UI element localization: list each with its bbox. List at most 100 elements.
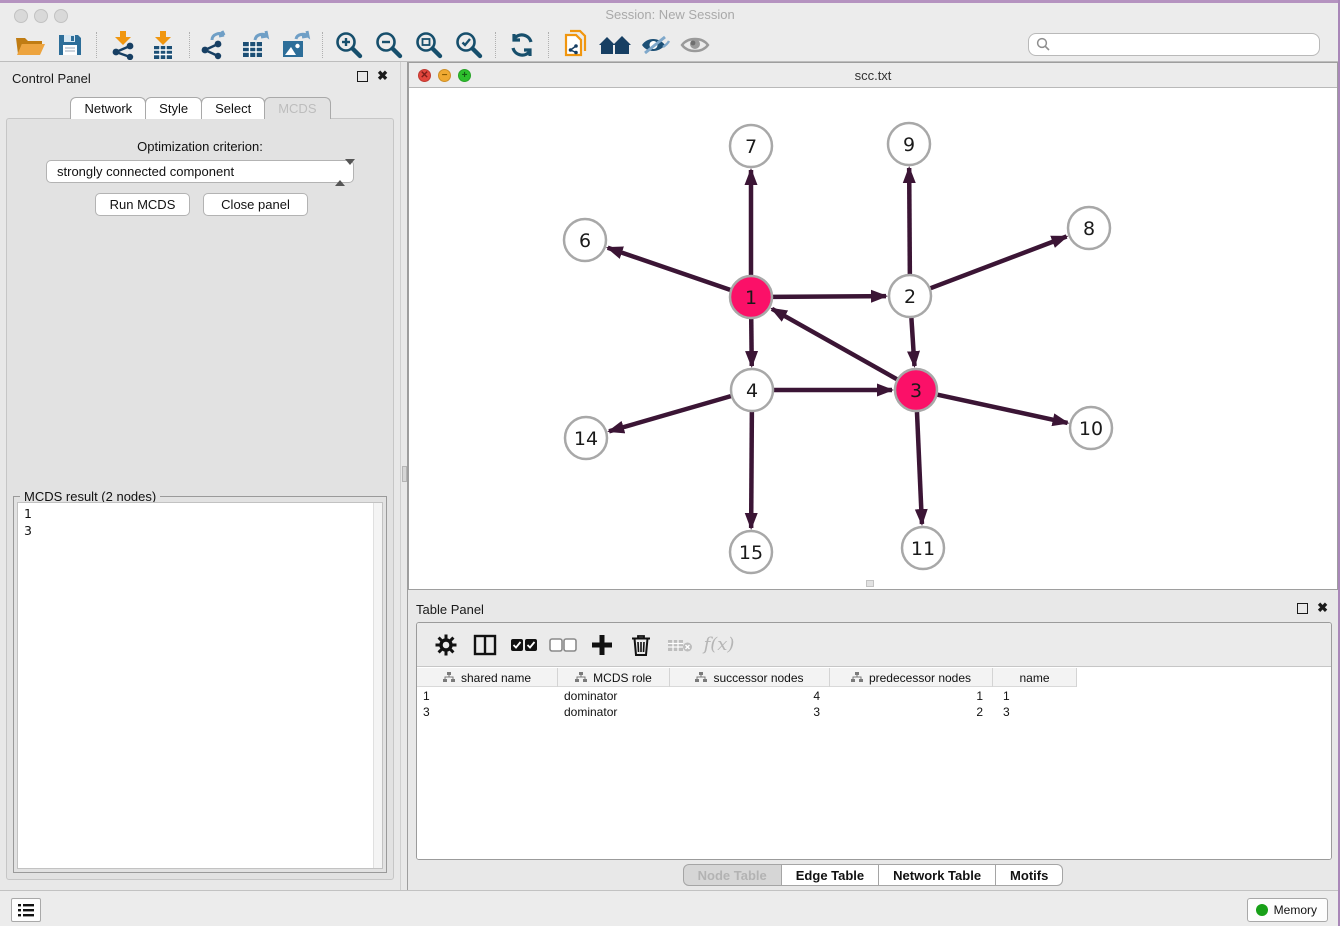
splitter-handle[interactable] <box>402 466 407 482</box>
export-table-button[interactable] <box>236 30 276 60</box>
column-header-shared-name[interactable]: shared name <box>417 668 558 687</box>
table-container: f(x) shared name MCDS role successor nod… <box>416 622 1332 860</box>
search-input[interactable] <box>1028 33 1320 56</box>
mcds-result-group: MCDS result (2 nodes) 1 3 <box>13 496 387 873</box>
tab-network-table[interactable]: Network Table <box>879 864 996 886</box>
zoom-in-icon <box>334 30 364 60</box>
duplicate-network-button[interactable] <box>555 30 595 60</box>
tab-node-table[interactable]: Node Table <box>683 864 782 886</box>
tab-edge-table[interactable]: Edge Table <box>782 864 879 886</box>
delete-table-button[interactable] <box>665 630 695 660</box>
cell-shared-name: 3 <box>417 704 558 720</box>
close-table-panel-icon[interactable]: ✖ <box>1317 600 1328 616</box>
export-network-icon <box>200 30 232 60</box>
import-table-button[interactable] <box>143 30 183 60</box>
gear-icon <box>434 633 458 657</box>
show-view-button[interactable] <box>675 30 715 60</box>
export-image-button[interactable] <box>276 30 316 60</box>
network-canvas[interactable]: 7968124314101511 <box>409 88 1337 589</box>
cell-predecessor-nodes: 2 <box>830 704 993 720</box>
zoom-in-button[interactable] <box>329 30 369 60</box>
zoom-out-icon <box>374 30 404 60</box>
refresh-layout-button[interactable] <box>502 30 542 60</box>
mcds-tab-content: Optimization criterion: strongly connect… <box>6 118 394 880</box>
toolbar-separator <box>548 32 549 58</box>
tab-select[interactable]: Select <box>201 97 265 119</box>
tab-mcds[interactable]: MCDS <box>264 97 330 119</box>
zoom-fit-button[interactable] <box>409 30 449 60</box>
network-window-titlebar[interactable]: ✕ − + scc.txt <box>409 63 1337 88</box>
graph-edge-3-11[interactable] <box>917 412 922 524</box>
graph-edge-1-2[interactable] <box>773 296 886 297</box>
graph-edge-4-15[interactable] <box>751 412 752 528</box>
desktop-edge-top <box>0 0 1340 3</box>
hierarchy-icon <box>575 672 587 683</box>
graph-edge-4-14[interactable] <box>609 396 731 431</box>
criterion-select[interactable]: strongly connected component <box>46 160 354 183</box>
network-window-title: scc.txt <box>409 68 1337 83</box>
deselect-all-columns-button[interactable] <box>548 630 578 660</box>
mcds-result-textarea[interactable]: 1 3 <box>17 502 383 869</box>
result-scrollbar[interactable] <box>373 503 382 868</box>
close-panel-button[interactable]: Close panel <box>203 193 308 216</box>
graph-edge-3-10[interactable] <box>937 395 1067 423</box>
run-mcds-button[interactable]: Run MCDS <box>95 193 190 216</box>
network-view-window: ✕ − + scc.txt 7968124314101511 <box>408 62 1338 590</box>
network-resize-handle[interactable] <box>866 580 874 587</box>
add-row-button[interactable] <box>587 630 617 660</box>
export-table-icon <box>239 30 273 60</box>
function-builder-button[interactable]: f(x) <box>704 630 734 660</box>
column-label: MCDS role <box>593 671 652 685</box>
memory-button[interactable]: Memory <box>1247 898 1328 922</box>
graph-edge-3-1[interactable] <box>772 309 897 379</box>
close-panel-icon[interactable]: ✖ <box>377 68 388 84</box>
column-label: successor nodes <box>713 671 803 685</box>
graph-node-label-10: 10 <box>1079 418 1103 440</box>
cell-name: 3 <box>993 704 1077 720</box>
select-all-columns-button[interactable] <box>509 630 539 660</box>
split-view-button[interactable] <box>470 630 500 660</box>
graph-node-label-7: 7 <box>745 136 757 158</box>
export-network-button[interactable] <box>196 30 236 60</box>
cell-predecessor-nodes: 1 <box>830 688 993 704</box>
graph-edge-1-6[interactable] <box>608 248 730 290</box>
table-row[interactable]: 1 dominator 4 1 1 <box>417 688 1331 704</box>
app-title: Session: New Session <box>0 7 1340 22</box>
table-row[interactable]: 3 dominator 3 2 3 <box>417 704 1331 720</box>
tab-network[interactable]: Network <box>70 97 146 119</box>
float-table-panel-icon[interactable] <box>1297 603 1308 614</box>
column-header-name[interactable]: name <box>993 668 1077 687</box>
graph-edge-1-4[interactable] <box>751 319 752 366</box>
network-graph: 7968124314101511 <box>409 88 1337 589</box>
table-panel-title: Table Panel <box>416 602 484 617</box>
graph-node-label-3: 3 <box>910 380 922 402</box>
tab-motifs[interactable]: Motifs <box>996 864 1063 886</box>
zoom-selected-button[interactable] <box>449 30 489 60</box>
eye-icon <box>679 33 711 57</box>
refresh-icon <box>508 31 536 59</box>
save-session-button[interactable] <box>50 30 90 60</box>
control-panel-header: Control Panel ✖ <box>0 62 400 92</box>
open-session-button[interactable] <box>10 30 50 60</box>
graph-edge-2-8[interactable] <box>931 237 1067 289</box>
delete-row-button[interactable] <box>626 630 656 660</box>
column-header-predecessor-nodes[interactable]: predecessor nodes <box>830 668 993 687</box>
column-header-mcds-role[interactable]: MCDS role <box>558 668 670 687</box>
graph-node-label-8: 8 <box>1083 218 1095 240</box>
zoom-out-button[interactable] <box>369 30 409 60</box>
table-header-row: shared name MCDS role successor nodes pr… <box>417 668 1077 687</box>
column-header-successor-nodes[interactable]: successor nodes <box>670 668 830 687</box>
hierarchy-icon <box>695 672 707 683</box>
show-panels-button[interactable] <box>11 898 41 922</box>
float-panel-icon[interactable] <box>357 71 368 82</box>
table-settings-button[interactable] <box>431 630 461 660</box>
split-columns-icon <box>473 634 497 656</box>
import-network-button[interactable] <box>103 30 143 60</box>
tab-style[interactable]: Style <box>145 97 202 119</box>
graph-edge-2-3[interactable] <box>911 318 914 366</box>
vertical-splitter[interactable] <box>400 62 408 890</box>
hide-view-button[interactable] <box>635 30 675 60</box>
home-view-button[interactable] <box>595 30 635 60</box>
graph-edge-2-9[interactable] <box>909 168 910 274</box>
memory-label: Memory <box>1274 903 1317 917</box>
